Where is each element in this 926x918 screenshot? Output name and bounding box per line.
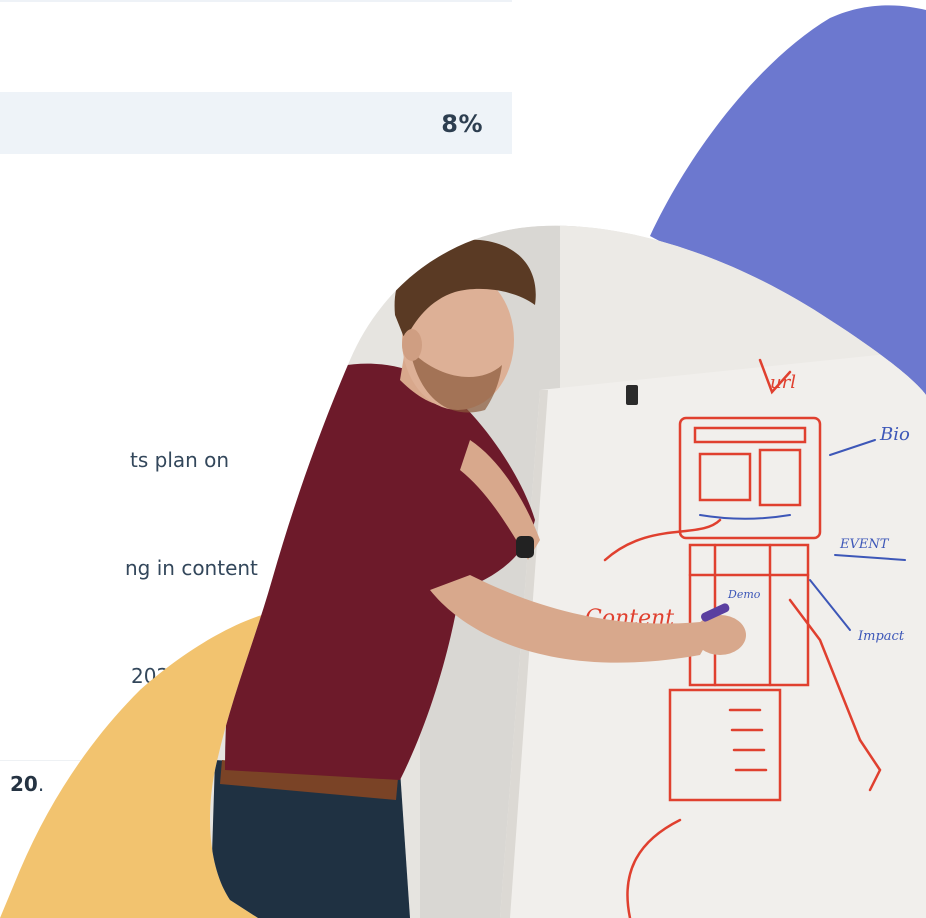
whiteboard-label-demo: Demo (727, 588, 761, 601)
whiteboard-label-url: url (770, 372, 796, 393)
whiteboard-label-impact: Impact (857, 629, 905, 644)
whiteboard-label-event: EVENT (839, 537, 890, 552)
whiteboard-label-bio: Bio (879, 424, 910, 445)
hero-illustration: Content url Bio EVENT Demo Impact (0, 5, 926, 918)
